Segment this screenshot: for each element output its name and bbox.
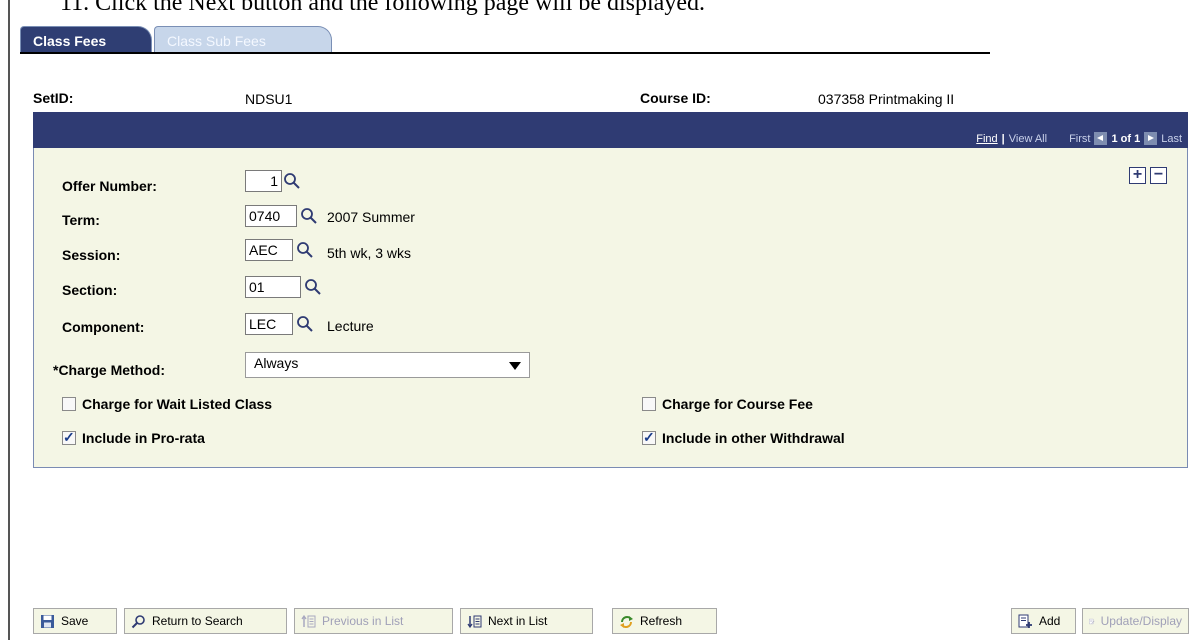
charge-course-fee-label: Charge for Course Fee xyxy=(662,396,813,412)
add-row-icon[interactable]: + xyxy=(1129,167,1146,184)
document-text: 11. Click the Next button and the follow… xyxy=(60,0,705,16)
next-arrow-icon[interactable] xyxy=(1144,132,1158,145)
row-count: 1 of 1 xyxy=(1111,132,1141,145)
charge-wait-listed-label: Charge for Wait Listed Class xyxy=(82,396,273,412)
floppy-disk-icon xyxy=(41,614,54,628)
lookup-icon[interactable] xyxy=(296,241,314,259)
add-button-label: Add xyxy=(1039,614,1061,628)
session-description: 5th wk, 3 wks xyxy=(327,245,412,261)
section-label: Section: xyxy=(62,282,118,298)
component-field[interactable]: LEC xyxy=(245,313,293,335)
chevron-down-icon xyxy=(509,362,521,370)
term-field[interactable]: 0740 xyxy=(245,205,297,227)
setid-value: NDSU1 xyxy=(245,91,293,107)
view-all-link[interactable]: View All xyxy=(1009,133,1047,145)
previous-arrow-icon[interactable] xyxy=(1094,132,1108,145)
tab-underline xyxy=(20,52,990,54)
component-description: Lecture xyxy=(327,318,374,334)
return-to-search-button[interactable]: Return to Search xyxy=(124,608,287,634)
include-other-withdrawal-checkbox[interactable] xyxy=(642,429,656,446)
delete-row-icon[interactable]: − xyxy=(1150,167,1167,184)
course-id-value: 037358 Printmaking II xyxy=(818,91,955,107)
return-to-search-label: Return to Search xyxy=(152,614,243,628)
last-link[interactable]: Last xyxy=(1161,133,1182,145)
offer-number-label: Offer Number: xyxy=(62,178,157,194)
refresh-label: Refresh xyxy=(640,614,683,628)
session-field[interactable]: AEC xyxy=(245,239,293,261)
search-icon xyxy=(131,614,145,628)
session-label: Session: xyxy=(62,247,121,263)
next-in-list-button[interactable]: Next in List xyxy=(460,608,593,634)
lookup-icon[interactable] xyxy=(300,207,318,225)
charge-method-value: Always xyxy=(254,355,299,371)
scroll-area-body xyxy=(33,148,1188,468)
refresh-icon xyxy=(620,615,633,628)
next-in-list-label: Next in List xyxy=(488,614,548,628)
left-margin-bar xyxy=(8,0,10,640)
setid-label: SetID: xyxy=(33,90,74,106)
previous-list-icon xyxy=(301,614,316,627)
update-display-label: Update/Display xyxy=(1100,614,1182,628)
include-other-withdrawal-label: Include in other Withdrawal xyxy=(662,430,845,446)
include-pro-rata-checkbox[interactable] xyxy=(62,429,76,446)
previous-in-list-button[interactable]: Previous in List xyxy=(294,608,453,634)
lookup-icon[interactable] xyxy=(296,315,314,333)
offer-number-field[interactable]: 1 xyxy=(245,170,282,192)
update-display-button[interactable]: Update/Display xyxy=(1082,608,1189,634)
charge-wait-listed-checkbox[interactable] xyxy=(62,397,76,411)
charge-method-select[interactable]: Always xyxy=(245,352,530,378)
scroll-area-header: Find | View All First 1 of 1 Last xyxy=(33,112,1188,148)
include-pro-rata-label: Include in Pro-rata xyxy=(82,430,205,446)
next-list-icon xyxy=(467,615,482,628)
find-link[interactable]: Find xyxy=(976,133,997,145)
save-button-label: Save xyxy=(61,614,89,628)
first-link[interactable]: First xyxy=(1069,133,1090,145)
lookup-icon[interactable] xyxy=(283,172,301,190)
course-id-label: Course ID: xyxy=(640,90,711,106)
tab-class-sub-fees[interactable]: Class Sub Fees xyxy=(154,26,332,52)
save-button[interactable]: Save xyxy=(33,608,117,634)
section-field[interactable]: 01 xyxy=(245,276,301,298)
tab-class-fees[interactable]: Class Fees xyxy=(20,26,152,52)
add-button[interactable]: Add xyxy=(1011,608,1076,634)
component-label: Component: xyxy=(62,319,145,335)
lookup-icon[interactable] xyxy=(304,278,322,296)
update-display-icon xyxy=(1089,618,1095,624)
charge-course-fee-checkbox[interactable] xyxy=(642,397,656,411)
term-description: 2007 Summer xyxy=(327,209,415,225)
nav-separator: | xyxy=(1001,132,1005,145)
scroll-navigation: Find | View All First 1 of 1 Last xyxy=(976,132,1182,145)
previous-in-list-label: Previous in List xyxy=(322,614,404,628)
refresh-button[interactable]: Refresh xyxy=(612,608,717,634)
add-record-icon xyxy=(1018,614,1032,628)
charge-method-label: *Charge Method: xyxy=(53,362,165,378)
term-label: Term: xyxy=(62,212,100,228)
